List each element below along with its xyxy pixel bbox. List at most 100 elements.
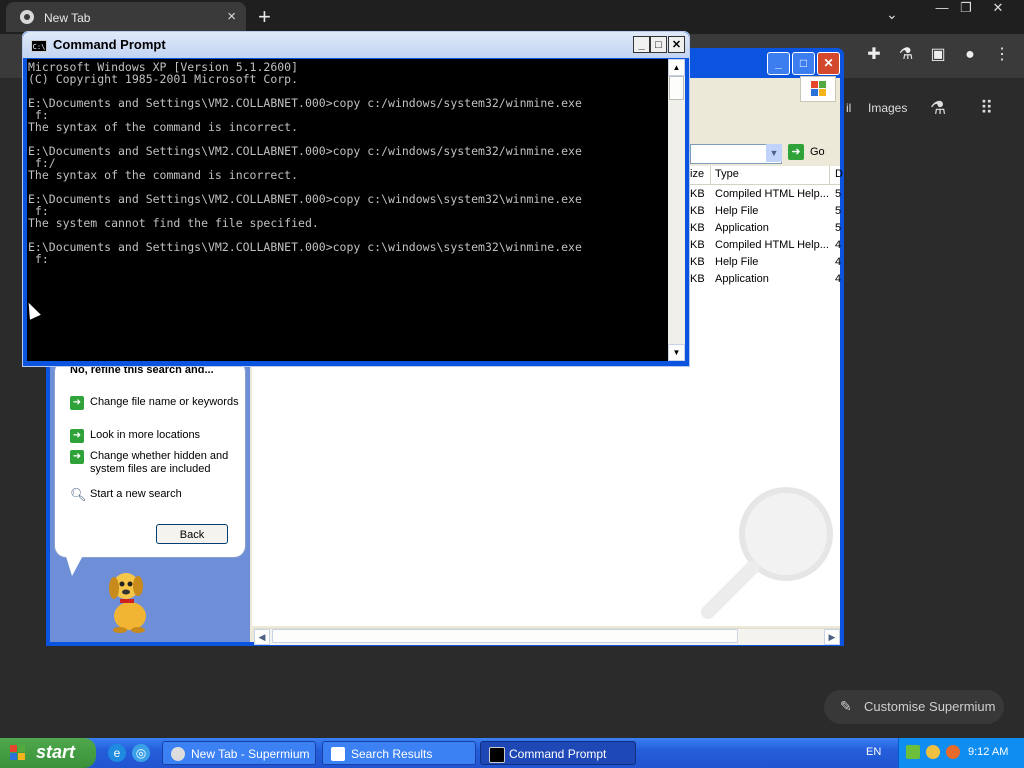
extensions-icon[interactable]: ✚ (862, 43, 886, 67)
task-label: Command Prompt (509, 747, 607, 761)
table-row[interactable]: KB Help File 5 (688, 203, 841, 220)
windows-logo-icon (800, 76, 836, 102)
cell-type: Application (715, 222, 769, 234)
customise-button[interactable]: ✎ Customise Supermium (824, 690, 1004, 724)
search-window-icon (331, 747, 345, 761)
back-button[interactable]: Back (156, 524, 228, 544)
option-label: Look in more locations (90, 429, 201, 441)
pencil-icon: ✎ (840, 698, 852, 714)
task-search-results[interactable]: Search Results (322, 741, 476, 765)
apps-grid-icon[interactable]: ⠿ (980, 98, 993, 119)
results-header: ize Type D (688, 166, 843, 185)
green-arrow-icon: ➜ (70, 429, 84, 443)
cmd-maximize-button[interactable]: □ (650, 36, 667, 53)
option-label: Change file name or keywords (90, 396, 239, 408)
go-label: Go (810, 146, 825, 158)
profile-avatar-icon[interactable]: ● (958, 43, 982, 67)
labs-flask-icon[interactable]: ⚗ (894, 43, 918, 67)
start-new-search-link[interactable]: 🔍︎ Start a new search (70, 488, 240, 502)
network-icon[interactable] (906, 745, 920, 759)
cmd-minimize-button[interactable]: _ (633, 36, 650, 53)
cmd-vertical-scrollbar[interactable]: ▲ ▼ (668, 59, 685, 361)
cmd-close-button[interactable]: ✕ (668, 36, 685, 53)
scroll-left-icon[interactable]: ◀ (254, 629, 270, 645)
magnifier-watermark-icon (701, 487, 833, 619)
chrome-icon (20, 10, 34, 24)
cmd-window-icon: C:\ (31, 40, 47, 52)
cell-type: Compiled HTML Help... (715, 239, 829, 251)
clock: 9:12 AM (968, 746, 1009, 758)
new-tab-button[interactable]: + (258, 4, 271, 30)
cell-type: Application (715, 273, 769, 285)
explorer-minimize-button[interactable]: _ (767, 52, 790, 75)
cell-type: Compiled HTML Help... (715, 188, 829, 200)
table-row[interactable]: KB Help File 4 (688, 254, 842, 271)
images-link[interactable]: Images (868, 101, 907, 115)
horizontal-scroll-thumb[interactable] (272, 629, 738, 643)
console-text: Microsoft Windows XP [Version 5.1.2600] … (28, 60, 582, 266)
task-new-tab-supermium[interactable]: New Tab - Supermium (162, 741, 316, 765)
console-output[interactable]: Microsoft Windows XP [Version 5.1.2600] … (27, 59, 668, 361)
cell-date: 5 (835, 222, 842, 234)
tab-close-icon[interactable]: × (227, 8, 236, 25)
cell-type: Help File (715, 205, 759, 217)
cell-size: KB (690, 239, 705, 251)
task-command-prompt[interactable]: Command Prompt (480, 741, 636, 765)
search-labs-icon[interactable]: ⚗ (930, 98, 946, 119)
option-label: Change whether hidden and system files a… (90, 450, 229, 475)
table-row[interactable]: KB Application 4 (688, 271, 841, 288)
rover-dog-icon (109, 573, 146, 633)
start-label: start (36, 742, 76, 762)
balloon-tail (64, 550, 86, 576)
table-row[interactable]: KB Compiled HTML Help... 5 (688, 186, 842, 203)
cell-size: KB (690, 256, 705, 268)
cell-date: 5 (835, 188, 842, 200)
column-size[interactable]: ize (690, 168, 704, 180)
internet-explorer-icon[interactable]: e (108, 744, 126, 762)
chrome-icon (171, 747, 185, 761)
menu-kebab-icon[interactable]: ⋮ (990, 43, 1014, 67)
browser-close-button[interactable]: ✕ (982, 0, 1014, 18)
scroll-right-icon[interactable]: ▶ (824, 629, 840, 645)
column-date[interactable]: D (835, 168, 843, 180)
volume-icon[interactable] (926, 745, 940, 759)
start-button[interactable]: start (0, 738, 96, 768)
tab-search-dropdown-icon[interactable]: ⌄ (886, 6, 898, 23)
column-type[interactable]: Type (715, 168, 739, 180)
tab-title: New Tab (44, 11, 91, 25)
explorer-maximize-button[interactable]: □ (792, 52, 815, 75)
side-panel-icon[interactable]: ▣ (926, 43, 950, 67)
option-label: Start a new search (90, 488, 182, 500)
cell-size: KB (690, 273, 705, 285)
cell-size: KB (690, 222, 705, 234)
scroll-up-icon[interactable]: ▲ (668, 59, 685, 76)
cell-size: KB (690, 205, 705, 217)
cell-size: KB (690, 188, 705, 200)
task-label: Search Results (351, 747, 433, 761)
cell-date: 4 (835, 256, 842, 268)
browser-restore-button[interactable]: ❐ (950, 0, 982, 18)
security-alert-icon[interactable] (946, 745, 960, 759)
show-desktop-icon[interactable]: ◎ (132, 744, 150, 762)
cell-date: 4 (835, 239, 842, 251)
table-row[interactable]: KB Compiled HTML Help... 4 (688, 237, 842, 254)
explorer-close-button[interactable]: ✕ (817, 52, 840, 75)
scroll-down-icon[interactable]: ▼ (668, 344, 685, 361)
address-dropdown-icon[interactable]: ▼ (766, 144, 782, 162)
language-indicator[interactable]: EN (866, 746, 881, 758)
table-row[interactable]: KB Application 5 (688, 220, 842, 237)
task-label: New Tab - Supermium (191, 747, 310, 761)
magnifier-icon: 🔍︎ (70, 487, 87, 502)
cmd-icon (489, 747, 505, 763)
gmail-link[interactable]: il (846, 101, 851, 115)
option-change-file-name[interactable]: ➜ Change file name or keywords (70, 396, 240, 424)
option-look-more-locations[interactable]: ➜ Look in more locations (70, 429, 240, 443)
cmd-title: Command Prompt (53, 37, 166, 52)
go-button[interactable]: ➜ Go (788, 144, 838, 162)
option-hidden-system-files[interactable]: ➜ Change whether hidden and system files… (70, 450, 240, 478)
cmd-scroll-thumb[interactable] (669, 76, 684, 100)
windows-flag-icon (10, 745, 26, 761)
customise-label: Customise Supermium (864, 699, 996, 714)
green-arrow-icon: ➜ (70, 450, 84, 464)
browser-tab[interactable]: New Tab × (6, 2, 246, 32)
